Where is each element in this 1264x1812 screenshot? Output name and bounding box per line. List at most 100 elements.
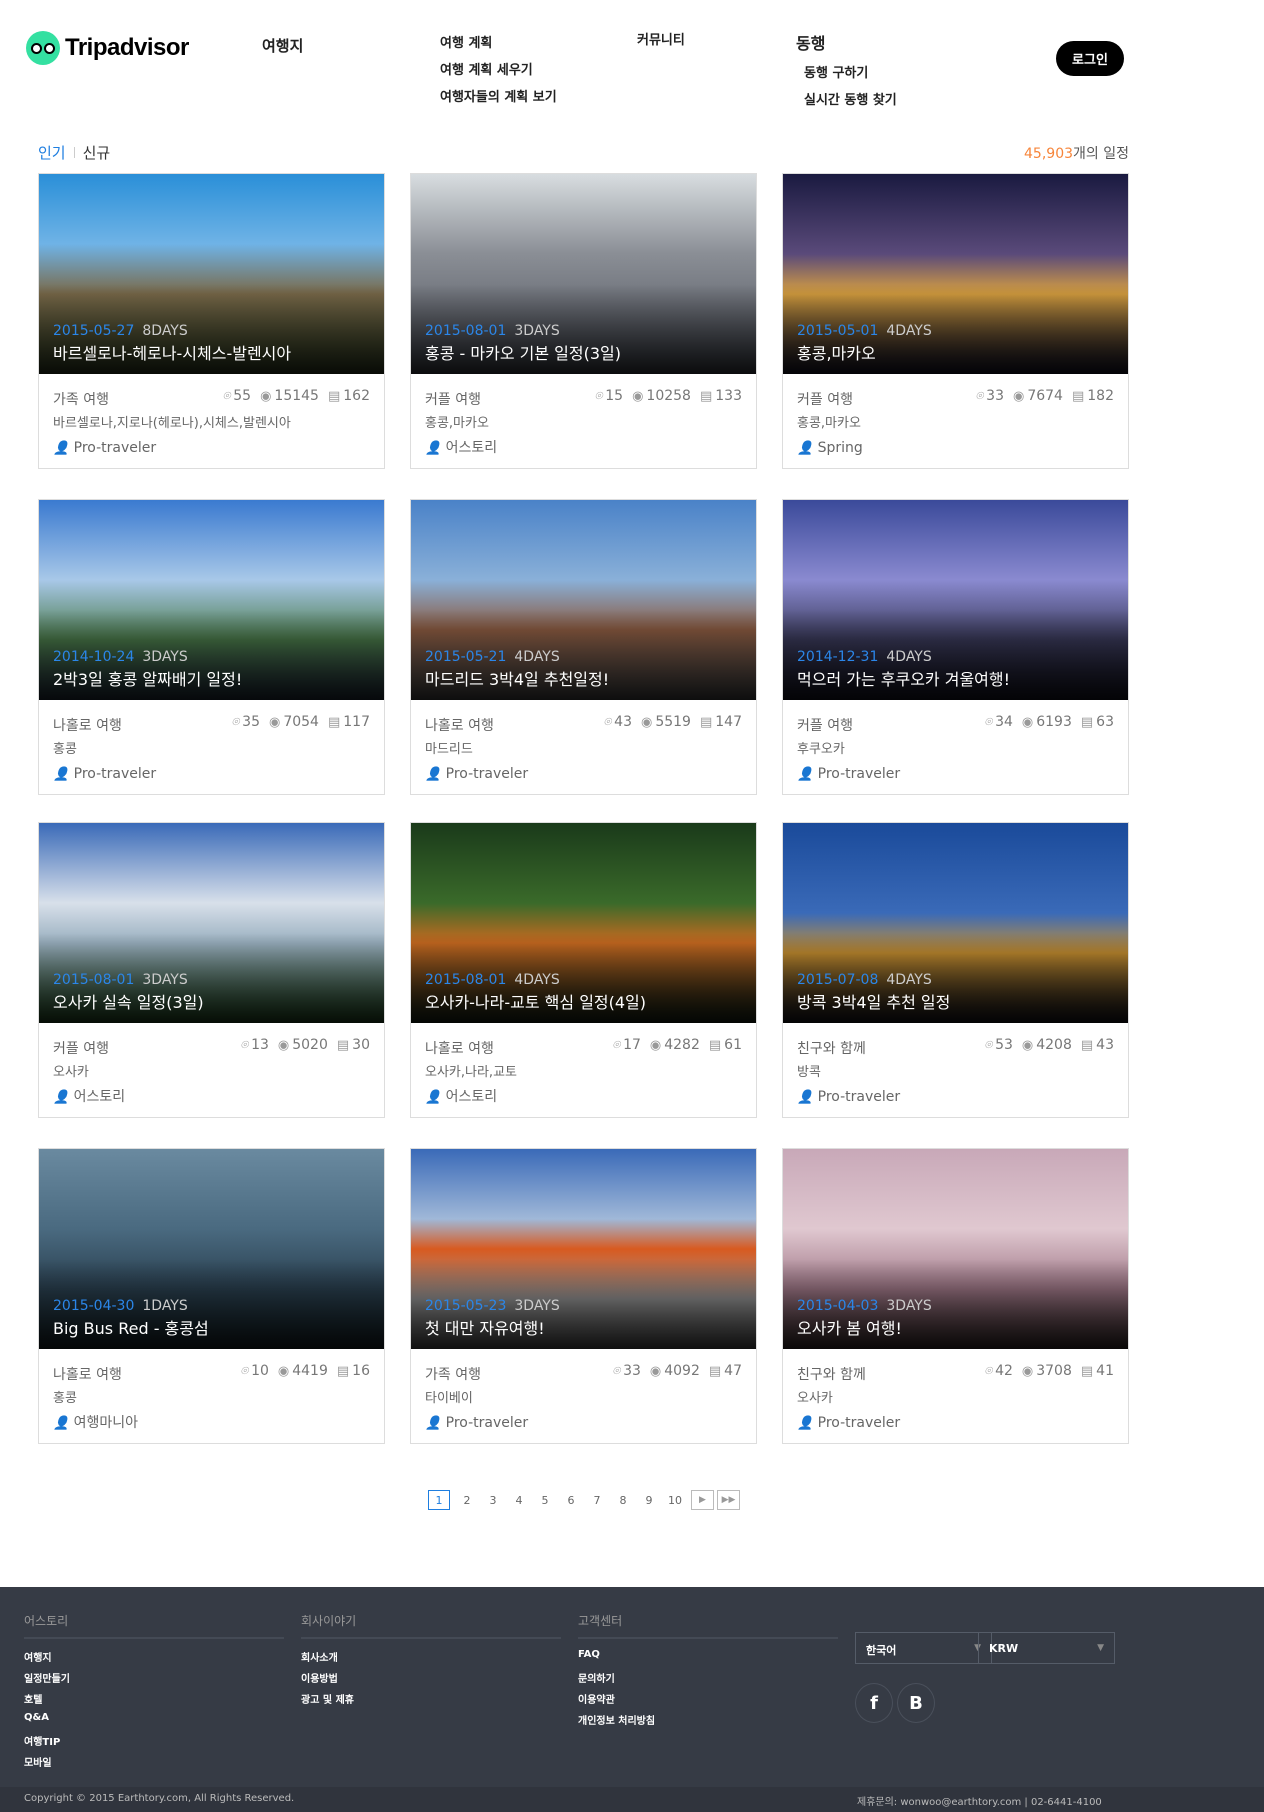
card-title[interactable]: 2박3일 홍콩 알짜배기 일정!	[53, 666, 242, 690]
itinerary-card[interactable]: 2015-04-30 1DAYS Big Bus Red - 홍콩섬 나홀로 여행…	[38, 1148, 385, 1444]
nav-destinations[interactable]: 여행지	[262, 35, 303, 64]
page-10[interactable]: 10	[662, 1490, 688, 1510]
map-pin-icon: ⌾	[240, 1037, 249, 1053]
footer-link[interactable]: 일정만들기	[24, 1670, 284, 1691]
card-author[interactable]: 여행마니아	[74, 1415, 138, 1431]
tab-new[interactable]: 신규	[83, 142, 111, 163]
card-image[interactable]: 2015-04-03 3DAYS 오사카 봄 여행!	[783, 1149, 1128, 1349]
itinerary-card[interactable]: 2014-12-31 4DAYS 먹으러 가는 후쿠오카 겨울여행! 커플 여행 …	[782, 499, 1129, 795]
nav-companion-live[interactable]: 실시간 동행 찾기	[796, 89, 897, 108]
itinerary-card[interactable]: 2015-04-03 3DAYS 오사카 봄 여행! 친구와 함께 ⌾ 42 ◉ 37…	[782, 1148, 1129, 1444]
page-2[interactable]: 2	[454, 1490, 480, 1510]
itinerary-card[interactable]: 2015-05-21 4DAYS 마드리드 3박4일 추천일정! 나홀로 여행 ⌾…	[410, 499, 757, 795]
card-title[interactable]: 첫 대만 자유여행!	[425, 1315, 545, 1339]
nav-community-label[interactable]: 커뮤니티	[637, 29, 685, 48]
card-author[interactable]: Pro-traveler	[74, 440, 157, 456]
card-image[interactable]: 2015-08-01 3DAYS 홍콩 - 마카오 기본 일정(3일)	[411, 174, 756, 374]
facebook-icon[interactable]: f	[855, 1683, 893, 1723]
card-title[interactable]: 오사카 실속 일정(3일)	[53, 989, 204, 1013]
card-author[interactable]: Pro-traveler	[818, 1415, 901, 1431]
page-6[interactable]: 6	[558, 1490, 584, 1510]
card-image[interactable]: 2015-07-08 4DAYS 방콕 3박4일 추천 일정	[783, 823, 1128, 1023]
card-image[interactable]: 2014-12-31 4DAYS 먹으러 가는 후쿠오카 겨울여행!	[783, 500, 1128, 700]
card-image[interactable]: 2015-05-23 3DAYS 첫 대만 자유여행!	[411, 1149, 756, 1349]
card-author[interactable]: Pro-traveler	[446, 766, 529, 782]
itinerary-card[interactable]: 2015-08-01 4DAYS 오사카-나라-교토 핵심 일정(4일) 나홀로 …	[410, 822, 757, 1118]
document-icon: ▤	[699, 714, 713, 730]
page-5[interactable]: 5	[532, 1490, 558, 1510]
logo[interactable]: Tripadvisor	[26, 31, 189, 65]
footer-link[interactable]: 광고 및 제휴	[301, 1691, 561, 1712]
itinerary-card[interactable]: 2015-05-23 3DAYS 첫 대만 자유여행! 가족 여행 ⌾ 33 ◉ 40…	[410, 1148, 757, 1444]
card-image[interactable]: 2015-08-01 3DAYS 오사카 실속 일정(3일)	[39, 823, 384, 1023]
document-icon: ▤	[1080, 1037, 1094, 1053]
card-author[interactable]: Pro-traveler	[74, 766, 157, 782]
itinerary-card[interactable]: 2015-08-01 3DAYS 오사카 실속 일정(3일) 커플 여행 ⌾ 13 …	[38, 822, 385, 1118]
card-views: 3708	[1036, 1363, 1072, 1379]
card-title[interactable]: 마드리드 3박4일 추천일정!	[425, 666, 609, 690]
page-9[interactable]: 9	[636, 1490, 662, 1510]
card-title[interactable]: 오사카-나라-교토 핵심 일정(4일)	[425, 989, 646, 1013]
nav-plan-title[interactable]: 여행 계획	[440, 32, 557, 51]
next-page-icon[interactable]: ▶	[691, 1490, 714, 1510]
card-author[interactable]: Pro-traveler	[818, 1089, 901, 1105]
page-8[interactable]: 8	[610, 1490, 636, 1510]
footer-link[interactable]: 여행TIP	[24, 1733, 284, 1754]
currency-select[interactable]: KRW ▼	[978, 1632, 1115, 1664]
card-title[interactable]: 바르셀로나-헤로나-시체스-발렌시아	[53, 340, 291, 364]
page-7[interactable]: 7	[584, 1490, 610, 1510]
card-title[interactable]: 오사카 봄 여행!	[797, 1315, 902, 1339]
footer-link[interactable]: Q&A	[24, 1712, 284, 1733]
itinerary-card[interactable]: 2015-05-27 8DAYS 바르셀로나-헤로나-시체스-발렌시아 가족 여행…	[38, 173, 385, 469]
footer-link[interactable]: 문의하기	[578, 1670, 838, 1691]
itinerary-card[interactable]: 2015-07-08 4DAYS 방콕 3박4일 추천 일정 친구와 함께 ⌾ 53…	[782, 822, 1129, 1118]
footer-link[interactable]: 여행지	[24, 1649, 284, 1670]
document-icon: ▤	[336, 1037, 350, 1053]
card-image[interactable]: 2015-05-27 8DAYS 바르셀로나-헤로나-시체스-발렌시아	[39, 174, 384, 374]
card-author[interactable]: 어스토리	[74, 1089, 126, 1105]
card-title[interactable]: Big Bus Red - 홍콩섬	[53, 1315, 209, 1339]
footer-col-title: 회사이야기	[301, 1612, 561, 1639]
nav-destinations-label[interactable]: 여행지	[262, 35, 303, 56]
blog-icon[interactable]: B	[897, 1683, 935, 1723]
footer-link[interactable]: FAQ	[578, 1649, 838, 1670]
page-4[interactable]: 4	[506, 1490, 532, 1510]
card-title[interactable]: 먹으러 가는 후쿠오카 겨울여행!	[797, 666, 1010, 690]
footer-link[interactable]: 이용약관	[578, 1691, 838, 1712]
itinerary-card[interactable]: 2015-05-01 4DAYS 홍콩,마카오 커플 여행 ⌾ 33 ◉ 7674 ▤…	[782, 173, 1129, 469]
card-title[interactable]: 홍콩 - 마카오 기본 일정(3일)	[425, 340, 621, 364]
footer-link[interactable]: 회사소개	[301, 1649, 561, 1670]
tab-popular[interactable]: 인기	[38, 142, 66, 163]
page-3[interactable]: 3	[480, 1490, 506, 1510]
page-1[interactable]: 1	[428, 1490, 450, 1510]
footer-link[interactable]: 호텔	[24, 1691, 284, 1712]
card-author[interactable]: Pro-traveler	[818, 766, 901, 782]
nav-plan-browse[interactable]: 여행자들의 계획 보기	[440, 86, 557, 105]
card-image[interactable]: 2015-05-01 4DAYS 홍콩,마카오	[783, 174, 1128, 374]
card-author[interactable]: Spring	[818, 440, 863, 456]
card-views: 15145	[274, 388, 319, 404]
card-days: 3DAYS	[886, 1298, 932, 1314]
language-select[interactable]: 한국어 ▼	[855, 1632, 992, 1664]
itinerary-card[interactable]: 2014-10-24 3DAYS 2박3일 홍콩 알짜배기 일정! 나홀로 여행 …	[38, 499, 385, 795]
card-title[interactable]: 방콕 3박4일 추천 일정	[797, 989, 950, 1013]
card-title[interactable]: 홍콩,마카오	[797, 340, 876, 364]
footer-link[interactable]: 개인정보 처리방침	[578, 1712, 838, 1733]
itinerary-card[interactable]: 2015-08-01 3DAYS 홍콩 - 마카오 기본 일정(3일) 커플 여행…	[410, 173, 757, 469]
card-author[interactable]: 어스토리	[446, 440, 498, 456]
footer-link[interactable]: 이용방법	[301, 1670, 561, 1691]
card-image[interactable]: 2015-05-21 4DAYS 마드리드 3박4일 추천일정!	[411, 500, 756, 700]
card-author[interactable]: 어스토리	[446, 1089, 498, 1105]
card-image[interactable]: 2014-10-24 3DAYS 2박3일 홍콩 알짜배기 일정!	[39, 500, 384, 700]
card-places: 43	[614, 714, 632, 730]
card-author[interactable]: Pro-traveler	[446, 1415, 529, 1431]
nav-companion-title[interactable]: 동행	[796, 30, 897, 54]
card-image[interactable]: 2015-04-30 1DAYS Big Bus Red - 홍콩섬	[39, 1149, 384, 1349]
last-page-icon[interactable]: ▶▶	[717, 1490, 740, 1510]
nav-community[interactable]: 커뮤니티	[637, 29, 685, 56]
nav-companion-find[interactable]: 동행 구하기	[796, 62, 897, 81]
card-image[interactable]: 2015-08-01 4DAYS 오사카-나라-교토 핵심 일정(4일)	[411, 823, 756, 1023]
login-button[interactable]: 로그인	[1056, 41, 1124, 76]
nav-plan-create[interactable]: 여행 계획 세우기	[440, 59, 557, 78]
footer-link[interactable]: 모바일	[24, 1754, 284, 1775]
